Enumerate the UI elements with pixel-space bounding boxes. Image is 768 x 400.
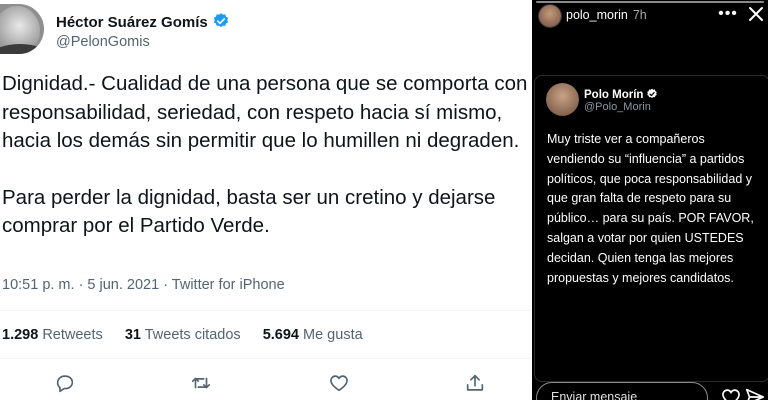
author-name[interactable]: Héctor Suárez Gomís [56, 14, 208, 31]
story-header[interactable]: polo_morin 7h [566, 8, 647, 22]
likes-label: Me gusta [303, 327, 363, 343]
send-message-input[interactable]: Enviar mensaje [536, 382, 708, 400]
likes-stat[interactable]: 5.694 Me gusta [263, 327, 363, 343]
instagram-story-panel: polo_morin 7h ••• Polo Morín @Polo_Morin … [532, 0, 768, 400]
quote-tweets-count: 31 [124, 327, 141, 343]
author-name-row[interactable]: Héctor Suárez Gomís [56, 12, 230, 34]
card-author-name: Polo Morín [584, 89, 644, 101]
tweet-text: Dignidad.- Cualidad de una persona que s… [2, 70, 530, 241]
tweet-paragraph: Dignidad.- Cualidad de una persona que s… [2, 72, 528, 153]
quote-tweets-stat[interactable]: 31 Tweets citados [125, 327, 241, 343]
shared-tweet-card: Polo Morín @Polo_Morin Muy triste ver a … [534, 75, 768, 382]
tweet-stats: 1.298 Retweets 31 Tweets citados 5.694 M… [2, 327, 381, 343]
story-time: 7h [632, 8, 647, 22]
story-username[interactable]: polo_morin [566, 8, 628, 22]
card-author-handle: @Polo_Morin [584, 101, 651, 113]
tweet-panel: Héctor Suárez Gomís @PelonGomis Dignidad… [0, 0, 532, 400]
story-progress-bar [536, 1, 764, 3]
author-handle[interactable]: @PelonGomis [56, 34, 150, 50]
story-user-avatar[interactable] [538, 4, 562, 28]
quote-tweets-label: Tweets citados [144, 327, 241, 343]
retweet-icon[interactable] [190, 372, 214, 396]
like-icon[interactable] [720, 386, 742, 400]
send-message-placeholder: Enviar mensaje [551, 390, 638, 400]
author-avatar[interactable] [0, 4, 44, 54]
close-icon[interactable] [746, 4, 766, 24]
more-options-icon[interactable]: ••• [716, 4, 740, 24]
send-icon[interactable] [744, 386, 766, 400]
retweets-stat[interactable]: 1.298 Retweets [2, 327, 103, 343]
share-icon[interactable] [464, 372, 488, 396]
likes-count: 5.694 [262, 327, 299, 343]
card-author-avatar [546, 83, 579, 116]
tweet-timestamp[interactable]: 10:51 p. m. · 5 jun. 2021 · Twitter for … [2, 277, 285, 293]
divider [0, 358, 532, 359]
reply-icon[interactable] [54, 372, 78, 396]
verified-badge-icon [212, 12, 230, 34]
card-tweet-text: Muy triste ver a compañeros vendiendo su… [547, 132, 754, 285]
divider [0, 310, 532, 311]
like-icon[interactable] [328, 372, 352, 396]
tweet-paragraph: Para perder la dignidad, basta ser un cr… [2, 185, 496, 238]
retweets-label: Retweets [42, 327, 103, 343]
retweets-count: 1.298 [2, 327, 39, 343]
